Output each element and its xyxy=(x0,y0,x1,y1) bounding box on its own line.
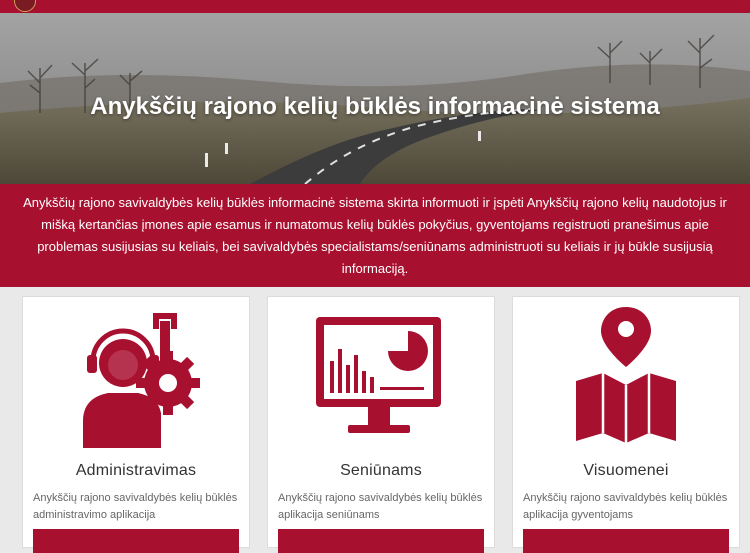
card-title: Seniūnams xyxy=(340,462,422,479)
intro-text: Anykščių rajono savivaldybės kelių būklė… xyxy=(23,194,727,276)
card-description: Anykščių rajono savivaldybės kelių būklė… xyxy=(278,492,483,521)
open-seniunams-button[interactable] xyxy=(278,529,484,553)
municipality-crest-icon[interactable] xyxy=(14,0,36,12)
card-visuomenei[interactable]: Visuomenei Anykščių rajono savivaldybės … xyxy=(512,296,740,553)
hero-title: Anykščių rajono kelių būklės informacinė… xyxy=(90,93,660,120)
open-visuomenei-button[interactable] xyxy=(523,529,729,553)
top-navbar xyxy=(0,0,750,13)
map-pin-icon xyxy=(513,303,739,453)
card-title: Administravimas xyxy=(75,462,197,479)
hero-banner: Anykščių rajono kelių būklės informacinė… xyxy=(0,13,750,184)
card-description: Anykščių rajono savivaldybės kelių būklė… xyxy=(523,492,728,521)
card-description: Anykščių rajono savivaldybės kelių būklė… xyxy=(33,492,238,521)
card-seniunams[interactable]: Seniūnams Anykščių rajono savivaldybės k… xyxy=(267,296,495,553)
support-operator-gear-icon xyxy=(23,303,249,453)
intro-banner: Anykščių rajono savivaldybės kelių būklė… xyxy=(0,184,750,287)
card-administravimas[interactable]: Administravimas Anykščių rajono savivald… xyxy=(22,296,250,553)
monitor-chart-icon xyxy=(268,303,494,453)
open-administravimas-button[interactable] xyxy=(33,529,239,553)
card-title: Visuomenei xyxy=(583,462,669,479)
